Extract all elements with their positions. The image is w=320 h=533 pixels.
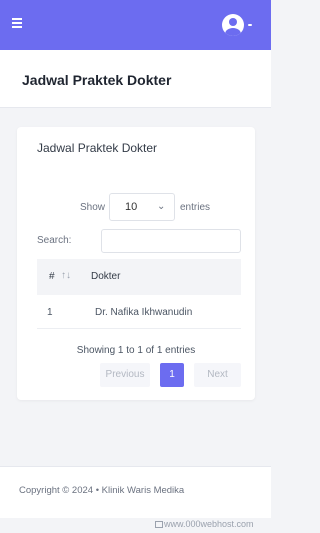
sort-icon[interactable]: ↑↓ bbox=[61, 270, 71, 281]
column-header-number[interactable]: # bbox=[49, 271, 55, 282]
column-header-dokter[interactable]: Dokter bbox=[91, 271, 120, 282]
table-header: # ↑↓ Dokter bbox=[37, 259, 241, 295]
entries-label: entries bbox=[180, 202, 211, 213]
hamburger-icon[interactable] bbox=[12, 18, 22, 28]
watermark-text: www.000webhost.com bbox=[164, 519, 254, 529]
search-label: Search: bbox=[37, 235, 72, 246]
caret-down-icon bbox=[248, 24, 252, 26]
top-navbar bbox=[0, 0, 271, 50]
search-control: Search: bbox=[17, 229, 255, 253]
entries-per-page-select[interactable]: 10 ⌄ bbox=[109, 193, 175, 221]
chevron-down-icon: ⌄ bbox=[157, 201, 166, 212]
show-label: Show bbox=[80, 202, 106, 213]
pagination-next-button[interactable]: Next bbox=[194, 363, 241, 387]
cell-number: 1 bbox=[47, 307, 53, 318]
schedule-table: # ↑↓ Dokter 1 Dr. Nafika Ikhwanudin bbox=[37, 259, 241, 329]
pagination: Previous 1 Next bbox=[100, 363, 241, 387]
host-logo-icon bbox=[155, 521, 163, 528]
page-title: Jadwal Praktek Dokter bbox=[22, 72, 172, 88]
table-row: 1 Dr. Nafika Ikhwanudin bbox=[37, 295, 241, 329]
footer: Copyright © 2024 • Klinik Waris Medika bbox=[0, 466, 271, 518]
page-header: Jadwal Praktek Dokter bbox=[0, 50, 271, 108]
user-circle-icon bbox=[222, 14, 244, 36]
table-info: Showing 1 to 1 of 1 entries bbox=[76, 345, 196, 356]
entries-per-page-value: 10 bbox=[125, 201, 138, 213]
pagination-page-1-button[interactable]: 1 bbox=[160, 363, 184, 387]
search-input[interactable] bbox=[101, 229, 241, 253]
card-title: Jadwal Praktek Dokter bbox=[37, 141, 158, 155]
user-menu[interactable] bbox=[222, 14, 262, 36]
schedule-card: Jadwal Praktek Dokter Show 10 ⌄ entries … bbox=[17, 127, 255, 400]
copyright-text: Copyright © 2024 • Klinik Waris Medika bbox=[19, 485, 185, 496]
cell-dokter: Dr. Nafika Ikhwanudin bbox=[95, 307, 193, 318]
pagination-previous-button[interactable]: Previous bbox=[100, 363, 150, 387]
entries-length-control: Show 10 ⌄ entries bbox=[17, 193, 255, 221]
host-watermark: www.000webhost.com bbox=[155, 519, 271, 533]
